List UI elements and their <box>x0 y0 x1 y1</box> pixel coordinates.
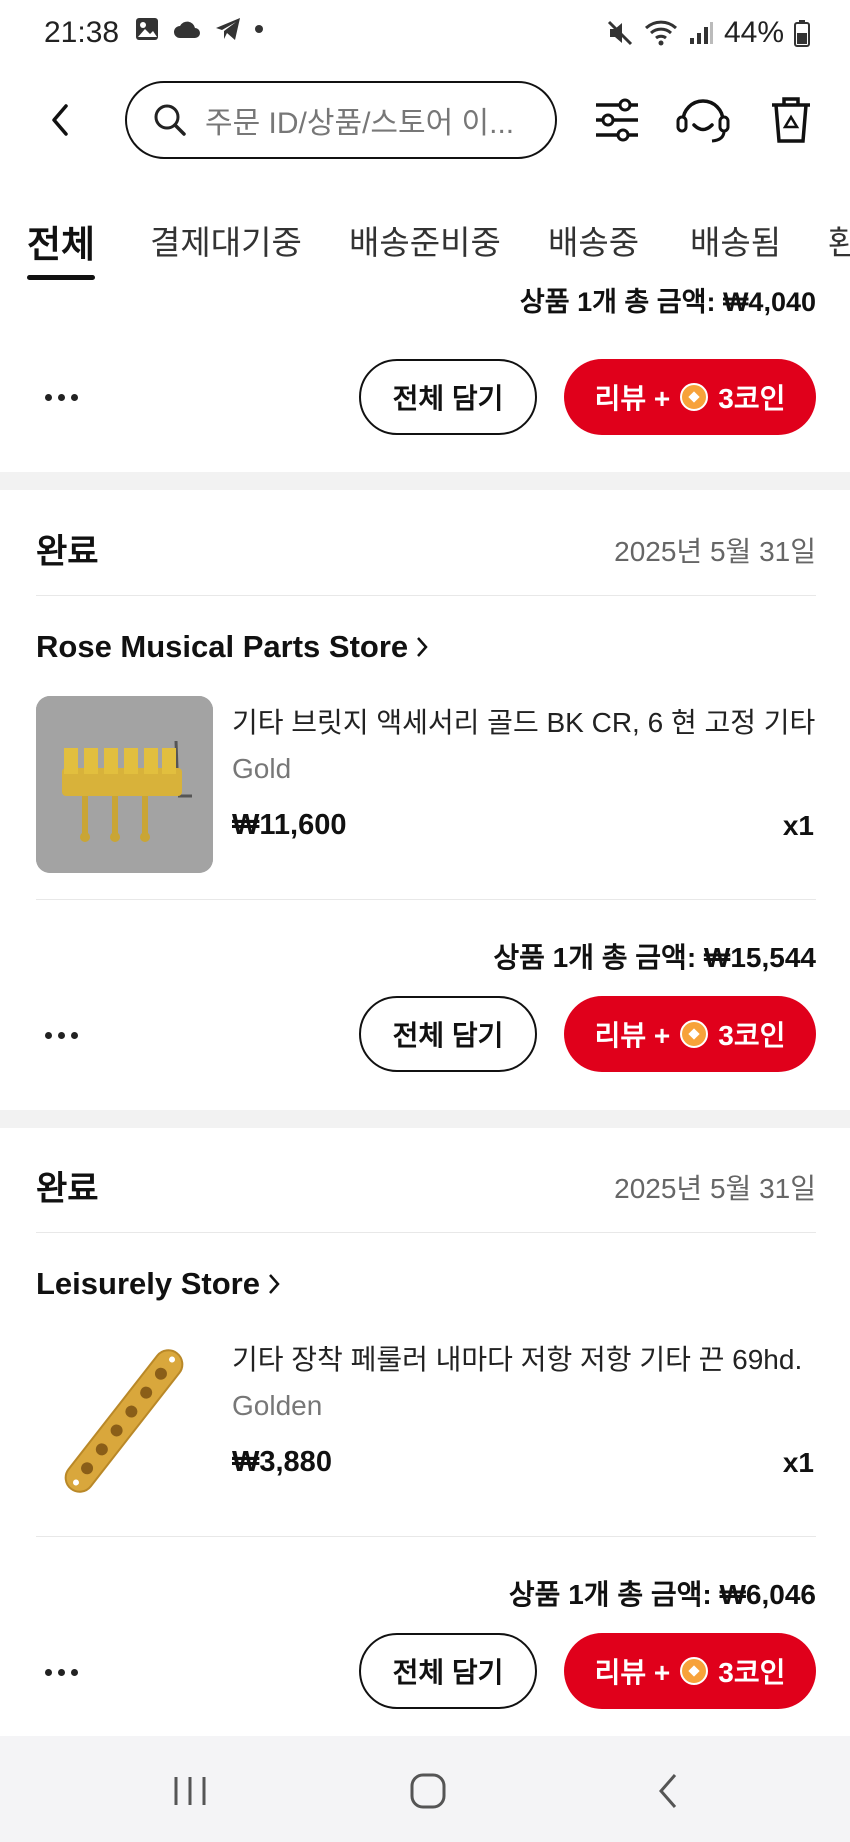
dot-icon <box>255 25 263 33</box>
more-options-button[interactable] <box>45 1667 85 1677</box>
product-title[interactable]: 기타 장착 페룰러 내마다 저항 저항 기타 끈 69hd. <box>232 1338 802 1378</box>
system-back-button[interactable] <box>638 1766 698 1816</box>
recent-apps-button[interactable] <box>160 1766 220 1816</box>
add-all-to-cart-button[interactable]: 전체 담기 <box>359 996 537 1072</box>
back-button[interactable] <box>40 96 80 144</box>
battery-percent: 44% <box>723 16 784 49</box>
active-tab-indicator <box>27 275 95 280</box>
home-icon <box>410 1773 446 1809</box>
product-thumbnail[interactable] <box>36 696 213 873</box>
card-separator <box>0 472 850 490</box>
coin-icon <box>680 1020 709 1048</box>
home-button[interactable] <box>398 1766 458 1816</box>
status-right-icons: 44% <box>606 16 810 50</box>
order-list: 상품 1개 총 금액: ₩4,040 전체 담기 리뷰 + 3코인 완료 202… <box>0 284 850 1736</box>
telegram-icon <box>216 18 240 40</box>
gallery-icon <box>136 18 158 40</box>
coin-icon <box>680 1657 709 1685</box>
order-date: 2025년 5월 31일 <box>614 536 816 567</box>
search-input[interactable]: 주문 ID/상품/스토어 이... <box>125 81 557 159</box>
store-name: Rose Musical Parts Store <box>36 629 409 664</box>
review-button[interactable]: 리뷰 + 3코인 <box>564 996 816 1072</box>
order-status: 완료 <box>36 1170 99 1208</box>
order-status-tabs: 전체 결제대기중 배송준비중 배송중 배송됨 환 <box>0 200 850 284</box>
card-separator <box>0 1110 850 1128</box>
store-name: Leisurely Store <box>36 1266 260 1301</box>
product-title[interactable]: 기타 브릿지 액세서리 골드 BK CR, 6 현 고정 기타 <box>232 701 815 741</box>
product-variant: Golden <box>232 1390 323 1421</box>
signal-icon <box>689 22 713 44</box>
order-total: 상품 1개 총 금액: ₩15,544 <box>493 942 816 973</box>
mute-icon <box>607 20 633 46</box>
store-link[interactable]: Leisurely Store <box>36 1266 282 1302</box>
divider <box>36 899 816 900</box>
cloud-icon <box>174 21 200 38</box>
review-label: 리뷰 + <box>594 1020 671 1051</box>
divider <box>36 595 816 596</box>
system-navigation-bar <box>0 1736 850 1842</box>
add-all-to-cart-button[interactable]: 전체 담기 <box>359 1633 537 1709</box>
guitar-bridge-image <box>36 696 213 873</box>
status-bar: 21:38 44% <box>0 0 850 66</box>
back-arrow-icon <box>52 104 68 136</box>
coin-icon <box>680 383 709 411</box>
battery-icon <box>794 20 810 47</box>
product-thumbnail[interactable] <box>36 1333 213 1510</box>
product-price: ₩3,880 <box>232 1446 332 1478</box>
product-variant: Gold <box>232 753 292 784</box>
more-options-button[interactable] <box>45 392 85 402</box>
review-button[interactable]: 리뷰 + 3코인 <box>564 1633 816 1709</box>
order-date: 2025년 5월 31일 <box>614 1173 816 1204</box>
product-quantity: x1 <box>782 1447 814 1478</box>
order-total: 상품 1개 총 금액: ₩4,040 <box>519 287 816 317</box>
chevron-right-icon <box>269 1274 280 1294</box>
review-button[interactable]: 리뷰 + 3코인 <box>564 359 816 435</box>
review-label: 리뷰 + <box>594 383 671 414</box>
string-ferrule-image <box>64 1349 184 1493</box>
recycle-bin-button[interactable] <box>763 92 819 148</box>
product-price: ₩11,600 <box>232 809 347 841</box>
search-placeholder: 주문 ID/상품/스토어 이... <box>205 107 515 140</box>
wifi-icon <box>644 20 677 46</box>
recent-apps-icon <box>174 1777 206 1805</box>
status-time: 21:38 <box>44 16 120 49</box>
tab-pending-payment[interactable]: 결제대기중 <box>150 216 302 264</box>
filter-icon <box>596 98 638 142</box>
tab-shipping[interactable]: 배송중 <box>548 216 639 264</box>
headset-icon <box>676 99 730 143</box>
divider <box>36 1232 816 1233</box>
chevron-right-icon <box>417 637 428 657</box>
order-total: 상품 1개 총 금액: ₩6,046 <box>508 1579 816 1610</box>
tab-all[interactable]: 전체 <box>27 214 95 268</box>
store-link[interactable]: Rose Musical Parts Store <box>36 629 430 665</box>
trash-icon <box>772 97 810 143</box>
coin-reward-label: 3코인 <box>718 1657 786 1688</box>
back-chevron-icon <box>659 1774 677 1808</box>
add-all-to-cart-button[interactable]: 전체 담기 <box>359 359 537 435</box>
header: 주문 ID/상품/스토어 이... <box>0 78 850 162</box>
status-left-icons <box>134 16 264 42</box>
coin-reward-label: 3코인 <box>718 1020 786 1051</box>
order-status: 완료 <box>36 533 99 571</box>
tab-delivered[interactable]: 배송됨 <box>690 216 781 264</box>
more-options-button[interactable] <box>45 1030 85 1040</box>
filter-button[interactable] <box>589 92 645 148</box>
search-icon <box>154 104 186 136</box>
coin-reward-label: 3코인 <box>718 383 786 414</box>
review-label: 리뷰 + <box>594 1657 671 1688</box>
divider <box>36 1536 816 1537</box>
customer-support-button[interactable] <box>675 92 731 148</box>
product-quantity: x1 <box>782 810 814 841</box>
tab-refund[interactable]: 환 <box>828 216 850 264</box>
tab-preparing-shipment[interactable]: 배송준비중 <box>349 216 501 264</box>
